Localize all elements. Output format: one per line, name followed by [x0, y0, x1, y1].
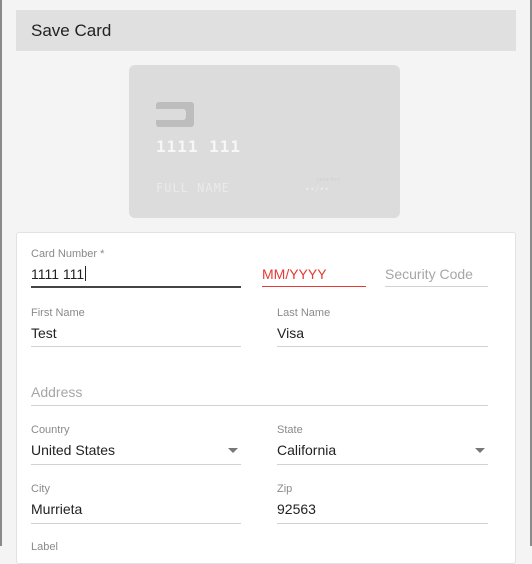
security-code-field[interactable]: Security Code [385, 248, 488, 290]
state-label: State [277, 424, 303, 436]
last-name-field[interactable]: Last Name Visa [277, 307, 488, 349]
zip-field[interactable]: Zip 92563 [277, 483, 488, 525]
zip-label: Zip [277, 483, 293, 495]
country-label: Country [31, 424, 70, 436]
address-field[interactable]: Address [31, 383, 488, 408]
city-field[interactable]: City Murrieta [31, 483, 241, 525]
first-name-input[interactable]: Test [31, 325, 57, 341]
last-name-underline [277, 346, 488, 347]
expiry-input[interactable]: MM/YYYY [262, 266, 327, 282]
card-preview-expiry-label: valid thru [317, 177, 341, 183]
card-number-label: Card Number * [31, 248, 105, 260]
address-underline [31, 405, 488, 406]
security-code-input[interactable]: Security Code [385, 266, 473, 282]
country-value: United States [31, 442, 116, 458]
first-name-field[interactable]: First Name Test [31, 307, 241, 349]
text-caret [85, 266, 87, 281]
state-underline [277, 464, 488, 465]
city-underline [31, 523, 241, 524]
label-field[interactable]: Label [31, 541, 241, 561]
save-card-dialog: Save Card 1111 111 FULL NAME valid thru … [2, 0, 530, 564]
card-preview-expiry: ••/•• [305, 185, 330, 194]
dialog-title: Save Card [31, 21, 112, 40]
chevron-down-icon[interactable] [475, 448, 485, 453]
card-preview-name: FULL NAME [156, 181, 231, 195]
zip-input[interactable]: 92563 [277, 501, 316, 517]
country-select[interactable]: Country United States [31, 424, 241, 466]
card-number-input[interactable]: 1111 111 [31, 266, 87, 282]
first-name-label: First Name [31, 307, 85, 319]
zip-underline [277, 523, 488, 524]
card-number-field[interactable]: Card Number * 1111 111 [31, 248, 241, 290]
security-code-underline [385, 286, 488, 287]
card-number-underline [31, 286, 241, 288]
dialog-header: Save Card [16, 10, 516, 51]
first-name-underline [31, 346, 241, 347]
label-field-label: Label [31, 541, 58, 553]
city-input[interactable]: Murrieta [31, 501, 82, 517]
expiry-field[interactable]: MM/YYYY [262, 248, 366, 290]
state-value: California [277, 442, 337, 458]
last-name-label: Last Name [277, 307, 331, 319]
last-name-input[interactable]: Visa [277, 325, 304, 341]
card-preview: 1111 111 FULL NAME valid thru ••/•• [129, 65, 400, 218]
expiry-underline [262, 286, 366, 287]
country-underline [31, 464, 241, 465]
address-input[interactable]: Address [31, 384, 82, 400]
card-form: Card Number * 1111 111 MM/YYYY Security … [16, 232, 516, 564]
state-select[interactable]: State California [277, 424, 488, 466]
card-preview-number: 1111 111 [156, 137, 242, 156]
city-label: City [31, 483, 50, 495]
chevron-down-icon[interactable] [228, 448, 238, 453]
chip-icon [156, 102, 194, 127]
card-number-value: 1111 111 [31, 266, 85, 282]
